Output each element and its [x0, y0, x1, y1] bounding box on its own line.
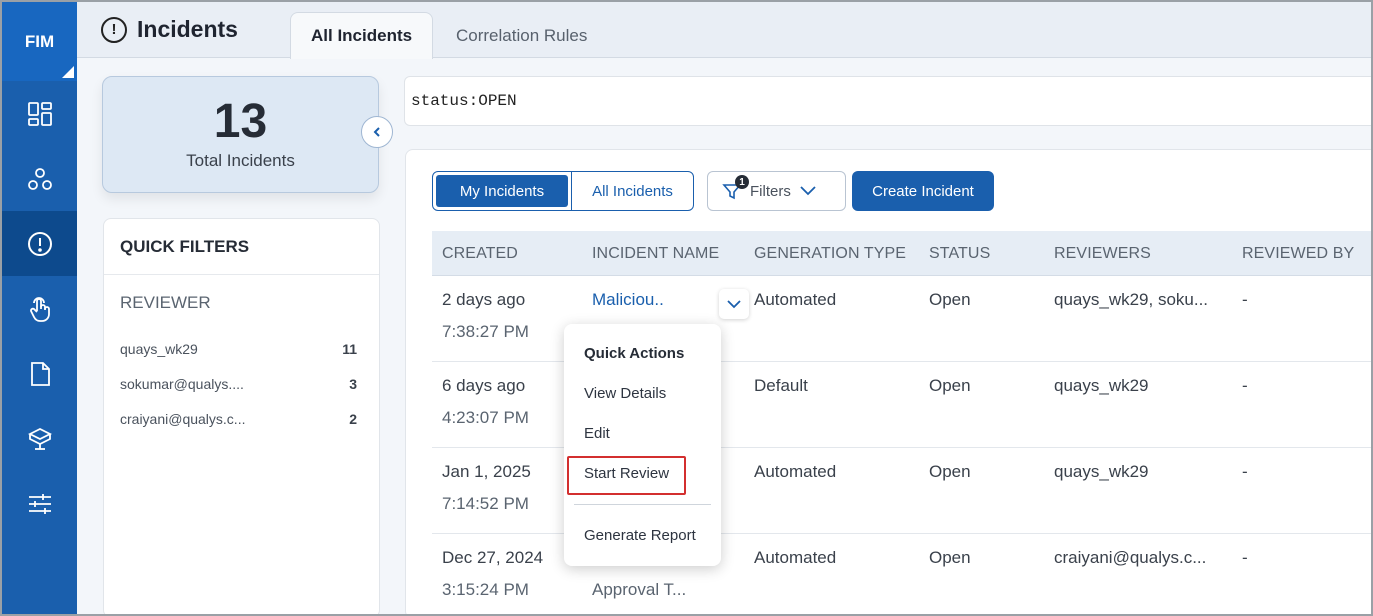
- document-icon: [30, 361, 50, 386]
- chevron-down-icon: [800, 186, 816, 196]
- quick-filter-item[interactable]: sokumar@qualys.... 3: [104, 366, 379, 401]
- column-reviewed-by[interactable]: REVIEWED BY: [1242, 231, 1354, 276]
- reviewed-by: -: [1242, 290, 1248, 309]
- agent-icon: [27, 427, 52, 450]
- created-time: 7:38:27 PM: [442, 322, 529, 341]
- created-time: 4:23:07 PM: [442, 408, 529, 427]
- row-actions-toggle[interactable]: [719, 289, 749, 319]
- column-created[interactable]: CREATED: [442, 231, 518, 276]
- my-incidents-button[interactable]: My Incidents: [436, 175, 568, 207]
- menu-item-view-details[interactable]: View Details: [584, 385, 666, 402]
- created-time: 7:14:52 PM: [442, 494, 529, 513]
- quick-filter-label: quays_wk29: [120, 340, 198, 357]
- search-query-input[interactable]: status:OPEN: [404, 76, 1373, 126]
- column-reviewers[interactable]: REVIEWERS: [1054, 231, 1151, 276]
- status: Open: [929, 376, 971, 395]
- nav-agents[interactable]: [2, 406, 77, 471]
- created-day: 6 days ago: [442, 376, 526, 395]
- status: Open: [929, 548, 971, 567]
- nav-reports[interactable]: [2, 341, 77, 406]
- dashboard-icon: [27, 101, 52, 126]
- filters-button[interactable]: 1 Filters: [707, 171, 846, 211]
- quick-filter-label: craiyani@qualys.c...: [120, 410, 246, 427]
- page-title-text: Incidents: [137, 16, 238, 42]
- reviewed-by: -: [1242, 462, 1248, 481]
- reviewers: quays_wk29: [1054, 376, 1149, 395]
- page-title: ! Incidents: [101, 16, 238, 43]
- brand-label: FIM: [24, 31, 55, 51]
- incidents-panel: My Incidents All Incidents 1 Filters Cre…: [405, 149, 1373, 616]
- total-incidents-card: 13 Total Incidents: [102, 76, 379, 193]
- tab-all-incidents[interactable]: All Incidents: [290, 12, 434, 59]
- incident-name-sub: Approval T...: [592, 580, 687, 599]
- reviewers: craiyani@qualys.c...: [1054, 548, 1207, 567]
- generation-type: Default: [754, 376, 808, 395]
- column-status[interactable]: STATUS: [929, 231, 990, 276]
- quick-actions-title: Quick Actions: [584, 345, 685, 362]
- column-generation-type[interactable]: GENERATION TYPE: [754, 231, 906, 276]
- status: Open: [929, 290, 971, 309]
- menu-item-edit[interactable]: Edit: [584, 425, 610, 442]
- nav-dashboard[interactable]: [2, 81, 77, 146]
- total-incidents-label: Total Incidents: [186, 151, 295, 170]
- nav-touch[interactable]: [2, 276, 77, 341]
- quick-filters-title: QUICK FILTERS: [104, 219, 379, 275]
- quick-filter-count: 11: [342, 340, 357, 357]
- column-incident-name[interactable]: INCIDENT NAME: [592, 231, 719, 276]
- sliders-icon: [28, 493, 51, 514]
- app-brand[interactable]: FIM: [2, 2, 77, 81]
- filters-count-badge: 1: [735, 175, 749, 189]
- table-header: CREATED INCIDENT NAME GENERATION TYPE ST…: [432, 231, 1373, 276]
- left-nav-rail: FIM: [2, 2, 77, 614]
- tab-correlation-rules[interactable]: Correlation Rules: [436, 12, 607, 59]
- quick-filter-count: 2: [349, 410, 357, 427]
- created-time: 3:15:24 PM: [442, 580, 529, 599]
- brand-menu-corner-icon: [62, 66, 74, 78]
- created-day: Dec 27, 2024: [442, 548, 544, 567]
- created-day: Jan 1, 2025: [442, 462, 531, 481]
- total-incidents-count: 13: [213, 95, 268, 148]
- quick-filter-count: 3: [349, 375, 357, 392]
- alert-circle-icon: !: [101, 16, 127, 43]
- status: Open: [929, 462, 971, 481]
- nav-assets[interactable]: [2, 146, 77, 211]
- chevron-down-icon: [727, 300, 741, 309]
- generation-type: Automated: [754, 462, 837, 481]
- reviewed-by: -: [1242, 548, 1248, 567]
- nav-incidents[interactable]: [2, 211, 77, 276]
- incident-scope-toggle: My Incidents All Incidents: [432, 171, 694, 211]
- filters-label: Filters: [750, 182, 791, 200]
- quick-filter-item[interactable]: craiyani@qualys.c... 2: [104, 401, 379, 436]
- menu-item-start-review[interactable]: Start Review: [584, 465, 669, 482]
- created-day: 2 days ago: [442, 290, 526, 309]
- reviewers: quays_wk29: [1054, 462, 1149, 481]
- search-query-text: status:OPEN: [411, 92, 517, 110]
- incident-name-link[interactable]: Maliciou..: [592, 290, 664, 310]
- menu-divider: [574, 504, 711, 505]
- chevron-left-icon: [373, 127, 380, 137]
- quick-filter-item[interactable]: quays_wk29 11: [104, 331, 379, 366]
- create-incident-button[interactable]: Create Incident: [852, 171, 994, 211]
- touch-icon: [29, 296, 50, 322]
- assets-icon: [27, 167, 52, 190]
- reviewer-section-title: REVIEWER: [120, 293, 211, 312]
- nav-settings[interactable]: [2, 471, 77, 536]
- quick-actions-menu: Quick Actions View Details Edit Start Re…: [564, 324, 721, 566]
- all-incidents-button[interactable]: All Incidents: [571, 172, 693, 210]
- generation-type: Automated: [754, 548, 837, 567]
- reviewers: quays_wk29, soku...: [1054, 290, 1209, 309]
- generation-type: Automated: [754, 290, 837, 309]
- reviewed-by: -: [1242, 376, 1248, 395]
- incidents-icon: [27, 231, 52, 256]
- collapse-panel-button[interactable]: [361, 116, 393, 148]
- menu-item-generate-report[interactable]: Generate Report: [584, 527, 696, 544]
- quick-filters-panel: QUICK FILTERS REVIEWER quays_wk29 11 sok…: [103, 218, 380, 616]
- page-header: ! Incidents All Incidents Correlation Ru…: [77, 2, 1371, 59]
- quick-filter-label: sokumar@qualys....: [120, 375, 244, 392]
